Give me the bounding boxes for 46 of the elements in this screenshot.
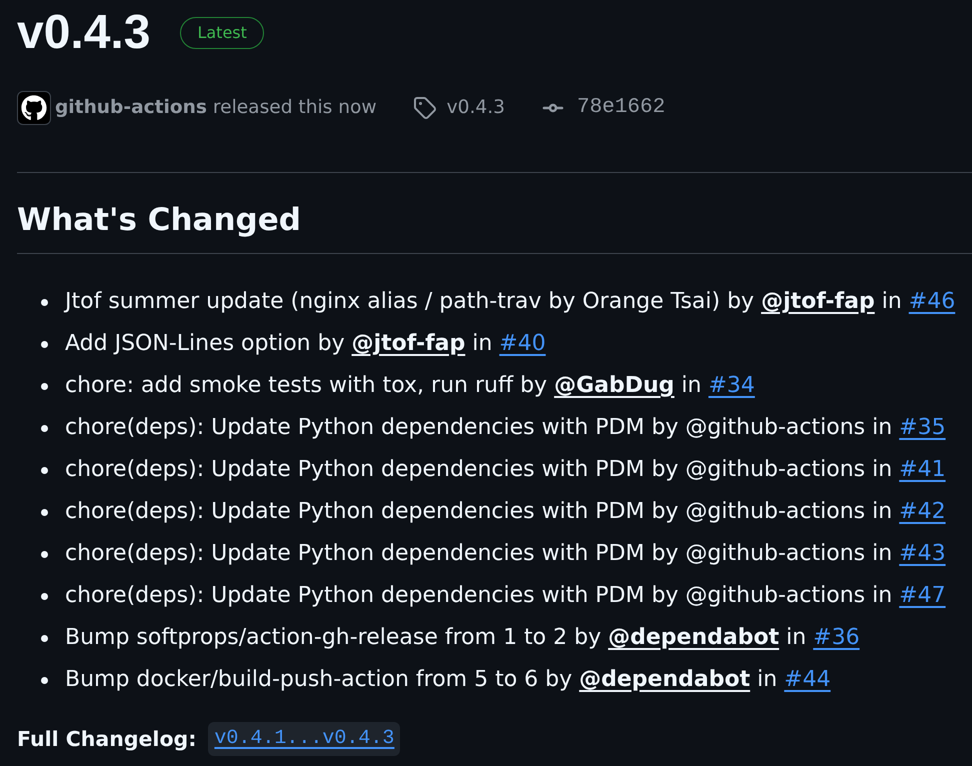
username-link[interactable]: @dependabot: [608, 625, 780, 650]
pull-request-link[interactable]: #34: [708, 373, 755, 398]
changelog-entry: chore(deps): Update Python dependencies with PDM by @github-actions in #47: [65, 582, 946, 610]
commit-link[interactable]: 78e1662: [576, 92, 666, 124]
bullet-icon: [41, 634, 48, 642]
bullet-icon: [41, 592, 48, 600]
bullet-icon: [41, 382, 48, 390]
pull-request-link[interactable]: #35: [899, 415, 946, 440]
bullet-icon: [41, 508, 48, 516]
changelog-entry: chore: add smoke tests with tox, run ruff by @GabDug in #34: [65, 372, 755, 400]
bullet-icon: [41, 550, 48, 558]
latest-badge: Latest: [180, 17, 264, 49]
pull-request-link[interactable]: #44: [784, 667, 831, 692]
bullet-icon: [41, 340, 48, 348]
tag-icon: [412, 96, 437, 120]
changelog-entry: chore(deps): Update Python dependencies with PDM by @github-actions in #42: [65, 498, 946, 526]
username-link[interactable]: @jtof-fap: [761, 289, 875, 314]
bullet-icon: [41, 424, 48, 432]
bullet-icon: [41, 466, 48, 474]
pull-request-link[interactable]: #47: [899, 583, 946, 608]
changelog-entry: chore(deps): Update Python dependencies with PDM by @github-actions in #43: [65, 540, 946, 568]
changelog-entry: Bump softprops/action-gh-release from 1 to 2 by @dependabot in #36: [65, 624, 860, 652]
pull-request-link[interactable]: #46: [908, 289, 956, 314]
pull-request-link[interactable]: #41: [899, 457, 946, 482]
pull-request-link[interactable]: #43: [899, 541, 946, 566]
username-link[interactable]: @GabDug: [554, 373, 674, 398]
bullet-icon: [41, 676, 48, 684]
changelog-entry: chore(deps): Update Python dependencies with PDM by @github-actions in #35: [65, 414, 946, 442]
pull-request-link[interactable]: #42: [899, 499, 946, 524]
changelog-label: Full Changelog:: [17, 726, 196, 753]
release-title: v0.4.3: [17, 9, 150, 57]
username-link[interactable]: @dependabot: [579, 667, 750, 692]
tag-link[interactable]: v0.4.3: [446, 94, 505, 122]
changelog-entry: Bump docker/build-push-action from 5 to 6 by @dependabot in #44: [65, 666, 831, 694]
author-link[interactable]: github-actions: [55, 97, 207, 118]
pull-request-link[interactable]: #40: [499, 331, 546, 356]
username-link[interactable]: @jtof-fap: [352, 331, 466, 356]
changelog-entry: Add JSON-Lines option by @jtof-fap in #40: [65, 330, 546, 358]
bullet-icon: [41, 298, 48, 306]
changelog-entry: Jtof summer update (nginx alias / path-trav by Orange Tsai) by @jtof-fap in #46: [65, 288, 956, 316]
avatar-icon[interactable]: [17, 91, 51, 125]
release-byline: github-actions released this now: [55, 96, 377, 120]
changelog-entry: chore(deps): Update Python dependencies with PDM by @github-actions in #41: [65, 456, 946, 484]
section-heading: What's Changed: [17, 200, 972, 254]
compare-link[interactable]: v0.4.1...v0.4.3: [214, 727, 394, 750]
pull-request-link[interactable]: #36: [813, 625, 860, 650]
